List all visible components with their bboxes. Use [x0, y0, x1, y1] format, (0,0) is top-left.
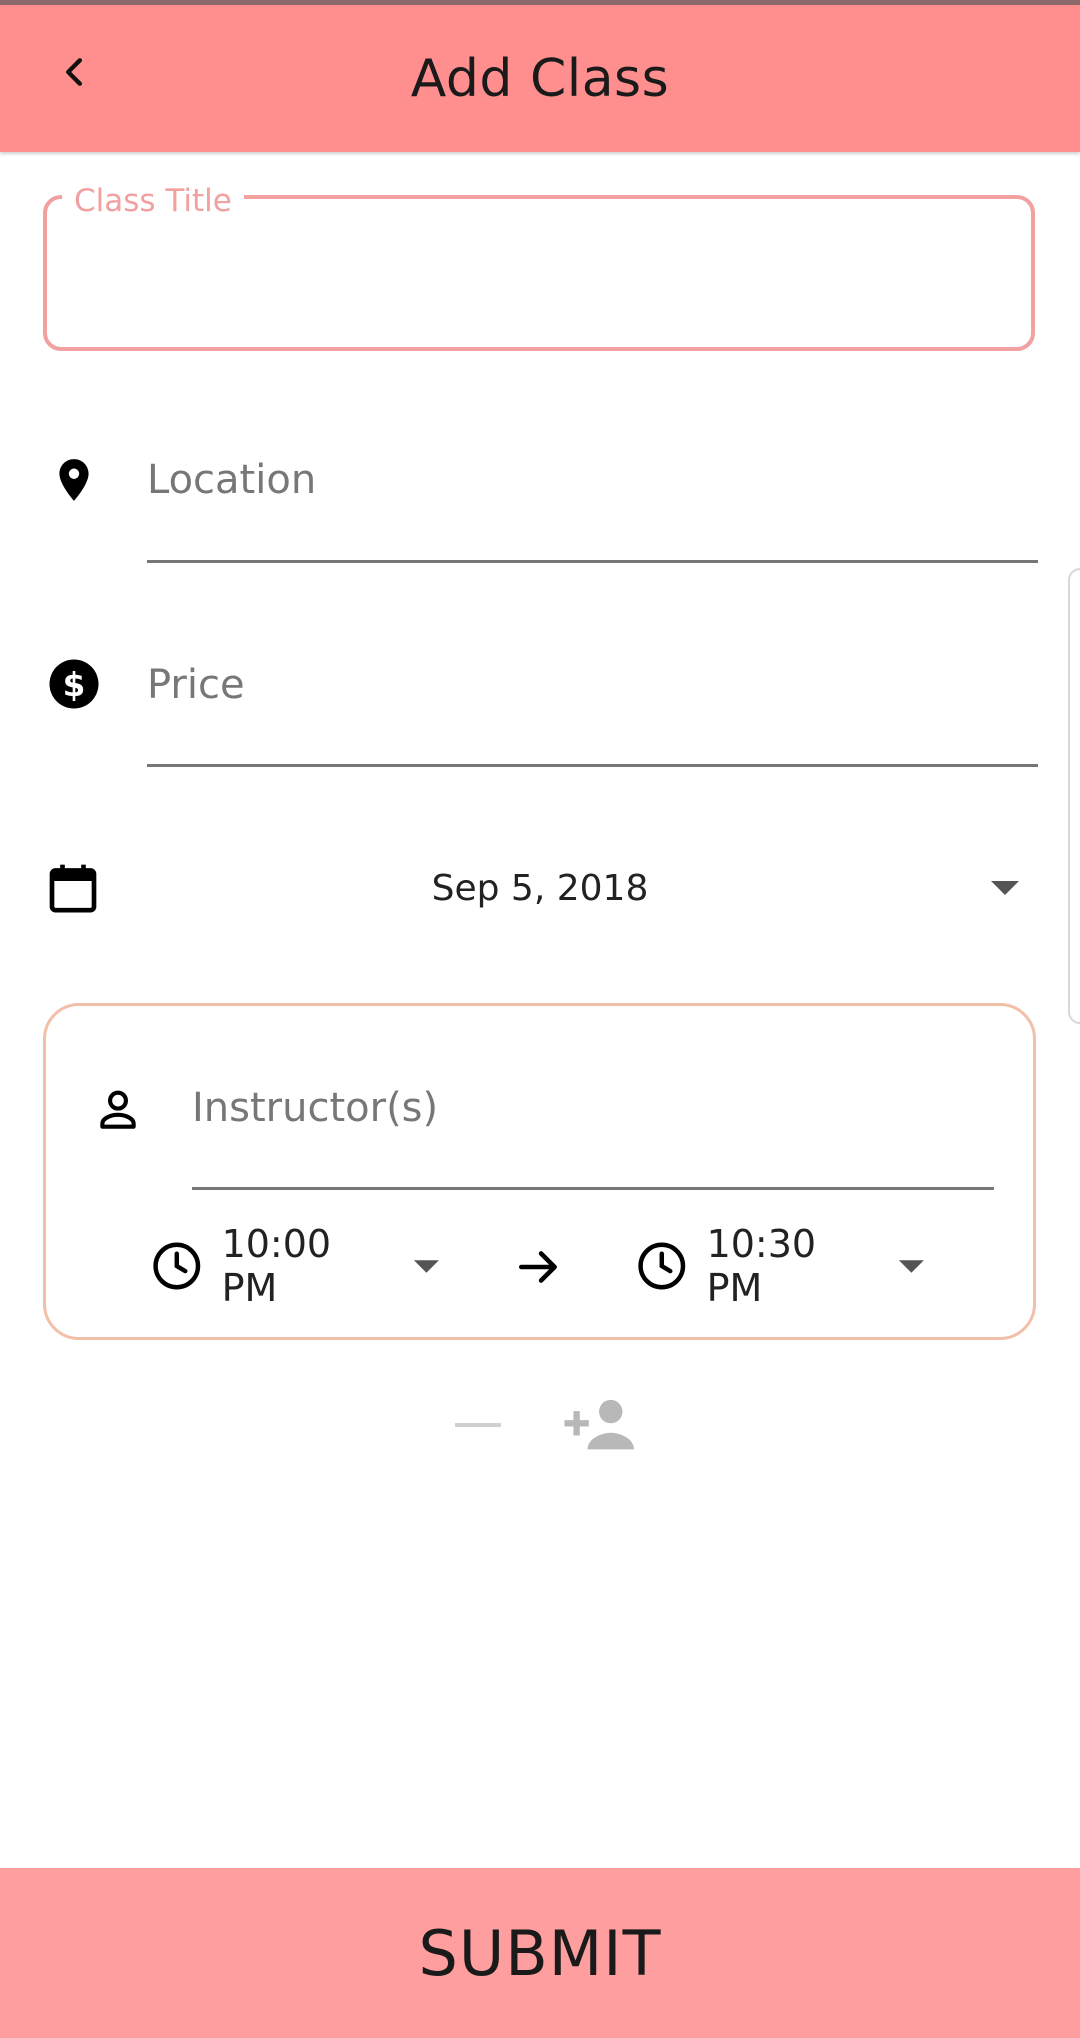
submit-button[interactable]: SUBMIT	[0, 1868, 1080, 2038]
end-time-text: 10:30 PM	[706, 1222, 817, 1310]
date-dropdown-caret-icon[interactable]	[985, 870, 1025, 906]
class-title-label: Class Title	[62, 181, 244, 221]
person-icon	[90, 1082, 146, 1138]
start-time-selector[interactable]: 10:00 PM	[150, 1222, 440, 1310]
instructor-input[interactable]	[192, 1078, 992, 1138]
remove-instructor-button[interactable]	[448, 1400, 508, 1450]
class-title-input[interactable]	[73, 241, 1003, 301]
price-input[interactable]	[147, 655, 1037, 715]
location-pin-icon	[44, 450, 104, 510]
back-button[interactable]	[40, 38, 108, 106]
add-person-icon	[564, 1399, 634, 1450]
calendar-icon	[42, 857, 104, 919]
clock-icon	[153, 1242, 201, 1290]
page-title: Add Class	[410, 48, 670, 109]
instructor-underline	[192, 1187, 994, 1190]
location-input[interactable]	[147, 450, 1037, 510]
location-underline	[147, 560, 1038, 563]
svg-text:$: $	[63, 666, 86, 704]
arrow-right-icon	[512, 1240, 566, 1294]
scrollbar[interactable]	[1068, 568, 1080, 1024]
end-time-caret-icon	[899, 1259, 925, 1273]
minus-icon	[455, 1423, 501, 1427]
price-underline	[147, 764, 1038, 767]
date-selector[interactable]: Sep 5, 2018	[140, 858, 940, 918]
chevron-left-icon	[66, 58, 83, 86]
clock-icon	[638, 1242, 686, 1290]
start-time-caret-icon	[414, 1259, 440, 1273]
dollar-circle-icon: $	[44, 654, 104, 714]
end-time-selector[interactable]: 10:30 PM	[635, 1222, 925, 1310]
add-instructor-button[interactable]	[560, 1392, 642, 1458]
start-time-text: 10:00 PM	[221, 1222, 332, 1310]
